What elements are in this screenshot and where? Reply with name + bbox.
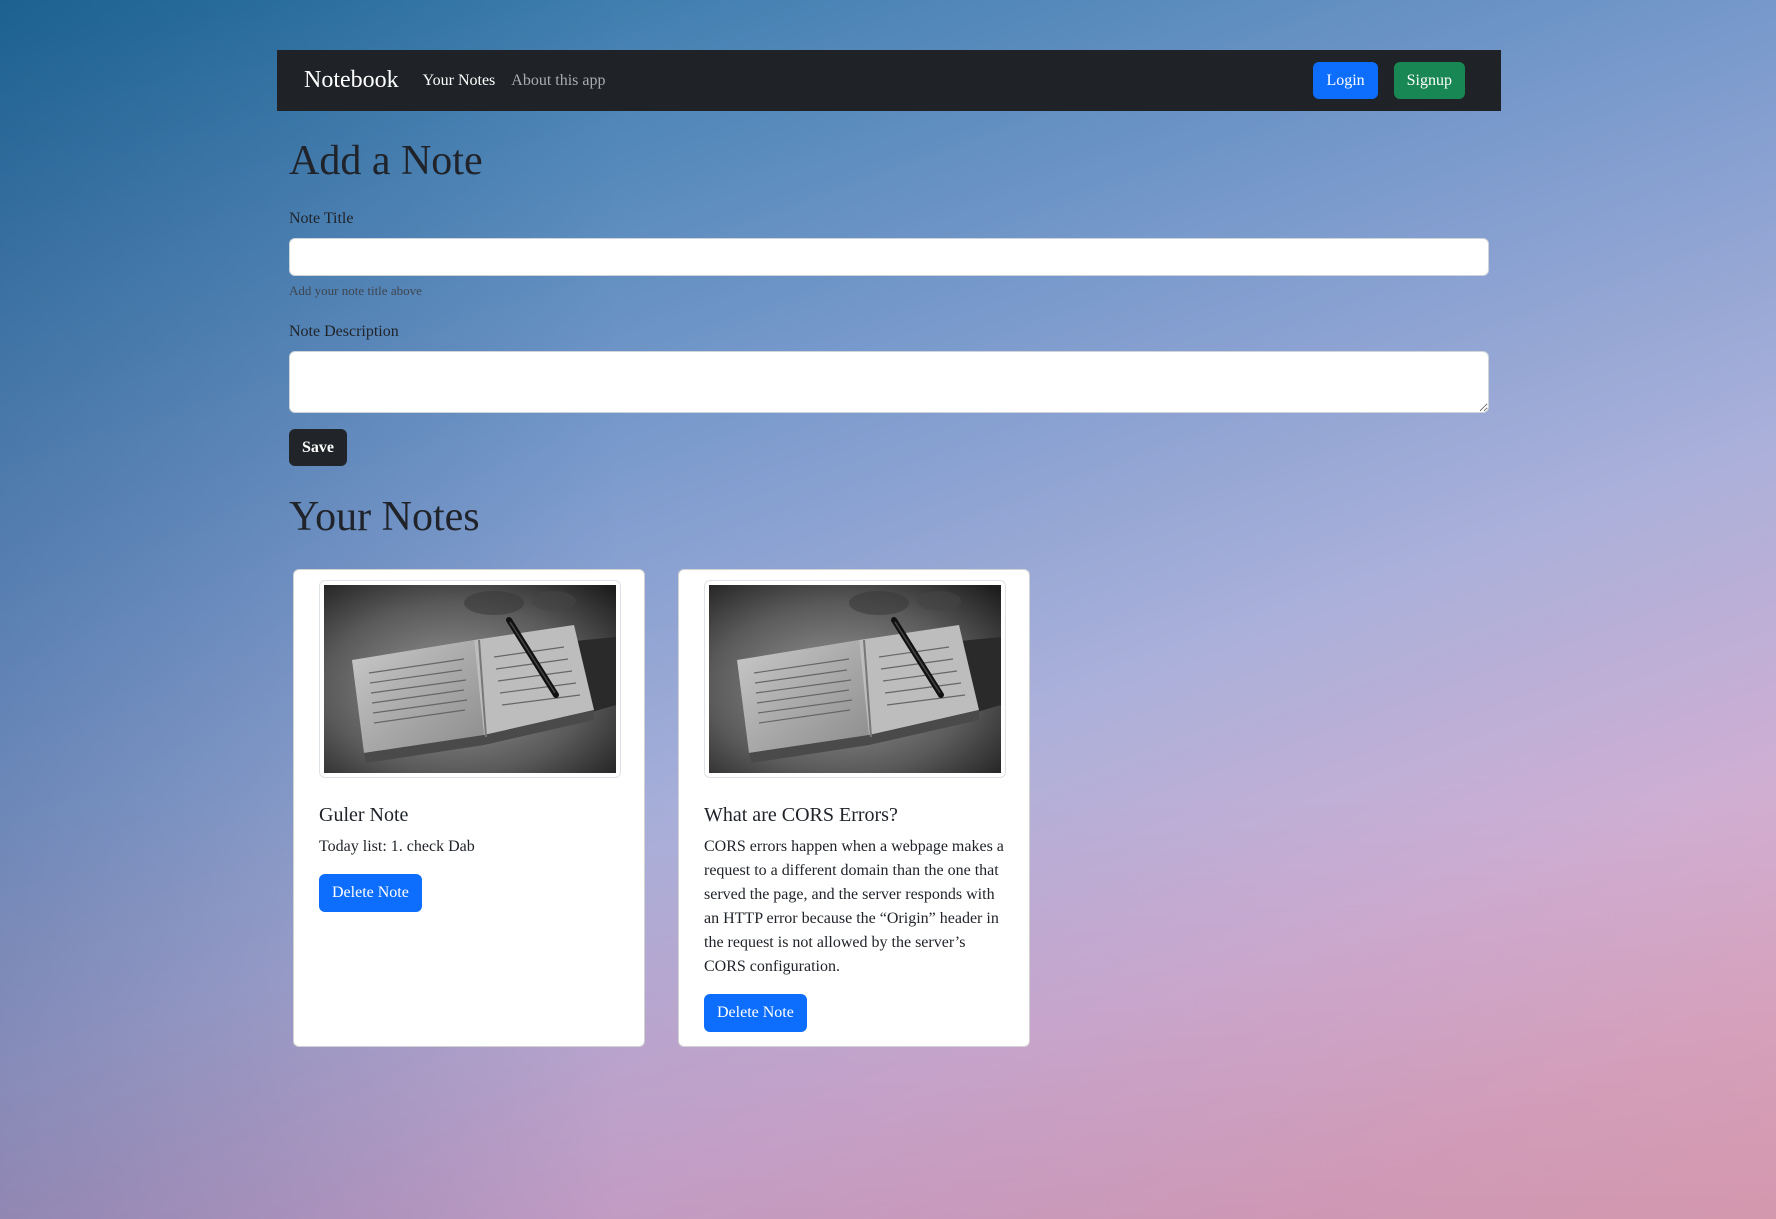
note-card: Guler Note Today list: 1. check Dab Dele… [293,568,645,1047]
delete-note-button[interactable]: Delete Note [704,993,807,1032]
brand-link[interactable]: Notebook [304,67,399,94]
notebook-photo-icon [324,584,616,773]
note-title-input[interactable] [289,238,1489,277]
main-content: Add a Note Note Title Add your note titl… [277,136,1501,1047]
nav-link-your-notes[interactable]: Your Notes [423,72,496,90]
signup-button[interactable]: Signup [1393,62,1465,99]
page-container: Notebook Your Notes About this app Login… [277,50,1501,1047]
save-button[interactable]: Save [289,429,347,467]
notes-grid: Guler Note Today list: 1. check Dab Dele… [289,568,1489,1047]
your-notes-heading: Your Notes [289,494,480,541]
note-title-label: Note Title [289,210,354,228]
note-title: What are CORS Errors? [704,803,898,826]
login-button[interactable]: Login [1313,62,1378,99]
note-image [704,579,1006,778]
notebook-photo-icon [709,584,1001,773]
delete-note-button[interactable]: Delete Note [319,873,422,912]
nav-link-about[interactable]: About this app [511,72,605,90]
note-description-label: Note Description [289,323,399,341]
note-image [319,579,621,778]
note-description: CORS errors happen when a webpage makes … [704,837,1004,975]
note-title-help: Add your note title above [289,283,422,299]
note-card: What are CORS Errors? CORS errors happen… [678,568,1030,1047]
note-title: Guler Note [319,803,409,826]
navbar: Notebook Your Notes About this app Login… [277,50,1501,111]
note-description: Today list: 1. check Dab [319,837,475,855]
add-note-heading: Add a Note [289,138,483,184]
note-description-textarea[interactable] [289,351,1489,414]
